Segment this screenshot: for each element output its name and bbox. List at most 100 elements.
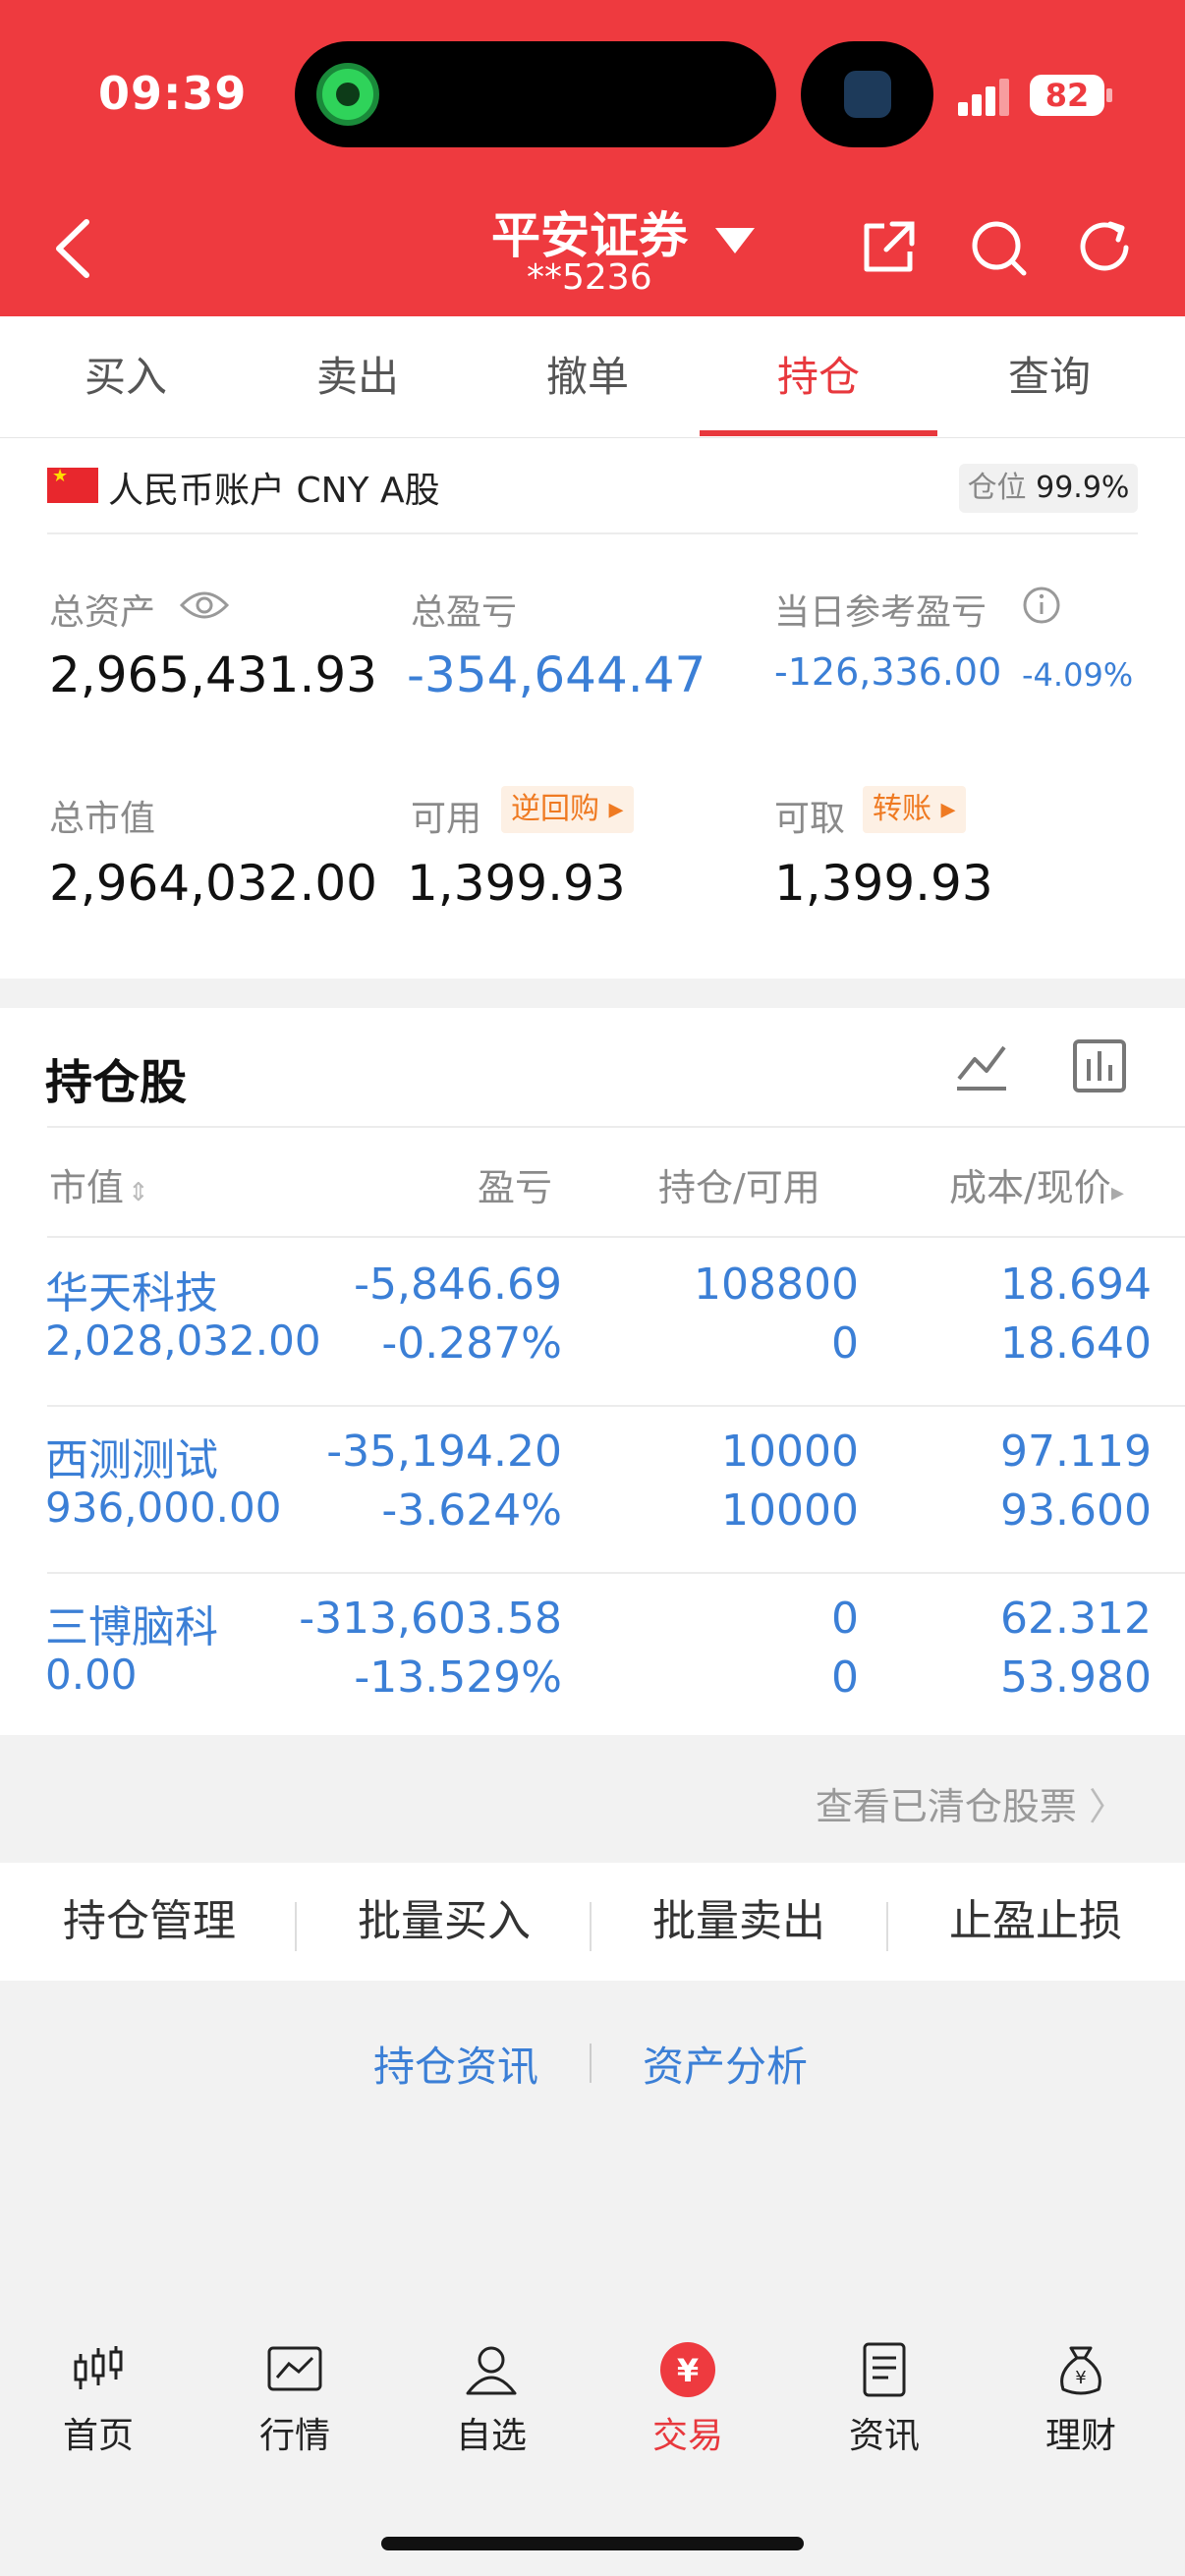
news-icon: [863, 2342, 906, 2397]
stock-market-value: 2,028,032.00: [45, 1316, 321, 1365]
tab-holdings[interactable]: 持仓: [703, 316, 934, 438]
tab-buy[interactable]: 买入: [10, 316, 242, 438]
holding-row[interactable]: 西测测试 936,000.00 -35,194.20 -3.624% 10000…: [0, 1407, 1185, 1574]
moneybag-icon: ¥: [1060, 2346, 1101, 2395]
stock-available: 0: [831, 1318, 859, 1369]
nav-home[interactable]: 首页: [0, 2338, 197, 2458]
total-pnl-value: -354,644.47: [407, 646, 706, 703]
back-icon[interactable]: [47, 214, 106, 283]
total-assets-label: 总资产: [49, 592, 156, 633]
nav-finance[interactable]: ¥ 理财: [983, 2338, 1179, 2458]
col-pnl[interactable]: 盈亏: [478, 1157, 552, 1211]
line-chart-icon[interactable]: [953, 1037, 1010, 1094]
svg-text:¥: ¥: [677, 2352, 699, 2389]
nav-trade[interactable]: ¥ 交易: [590, 2338, 786, 2458]
reverse-repo-tag[interactable]: 逆回购 ▸: [501, 786, 634, 833]
bar-chart-icon[interactable]: [1071, 1037, 1128, 1094]
holdings-section: 持仓股 市值 ⇕ 盈亏 持仓/可用 成本/现价▸ 华天科技 2,028,032.0…: [0, 1008, 1185, 1735]
daily-pnl-value: -126,336.00: [774, 650, 1002, 694]
tab-cancel[interactable]: 撤单: [472, 316, 704, 438]
batch-sell-button[interactable]: 批量卖出: [592, 1863, 886, 1981]
stock-name: 三博脑科: [45, 1602, 218, 1652]
nav-trade-label: 交易: [651, 2416, 723, 2456]
nav-news[interactable]: 资讯: [786, 2338, 983, 2458]
divider: [590, 2044, 592, 2083]
daily-pnl-pct: -4.09%: [1022, 656, 1134, 694]
svg-text:¥: ¥: [1075, 2368, 1086, 2388]
nav-news-label: 资讯: [848, 2416, 920, 2456]
battery-icon: 82: [1030, 75, 1104, 116]
refresh-icon[interactable]: [1073, 216, 1136, 279]
music-icon: [316, 63, 379, 126]
total-pnl-label: 总盈亏: [411, 592, 518, 633]
tab-active-indicator: [700, 430, 937, 436]
stock-cost: 18.694: [1000, 1260, 1152, 1310]
app-icon: [844, 71, 891, 118]
divider: [47, 1126, 1185, 1128]
total-assets-value: 2,965,431.93: [49, 646, 377, 703]
chevron-right-icon: 〉: [1088, 1785, 1126, 1828]
stock-pnl-pct: -3.624%: [381, 1485, 562, 1536]
manage-holdings-button[interactable]: 持仓管理: [2, 1863, 297, 1981]
nav-home-label: 首页: [62, 2416, 134, 2456]
status-time: 09:39: [98, 67, 248, 120]
col-market-value[interactable]: 市值 ⇕: [49, 1157, 149, 1211]
holding-row[interactable]: 华天科技 2,028,032.00 -5,846.69 -0.287% 1088…: [0, 1240, 1185, 1407]
stock-pnl: -5,846.69: [354, 1260, 562, 1310]
holding-row[interactable]: 三博脑科 0.00 -313,603.58 -13.529% 0 0 62.31…: [0, 1574, 1185, 1741]
stock-pnl: -35,194.20: [326, 1427, 562, 1477]
tab-query[interactable]: 查询: [933, 316, 1165, 438]
chevron-down-icon[interactable]: [715, 228, 755, 253]
nav-watchlist-label: 自选: [455, 2416, 527, 2456]
candlestick-icon: [74, 2346, 123, 2389]
stop-profit-loss-button[interactable]: 止盈止损: [888, 1863, 1183, 1981]
holdings-news-link[interactable]: 持仓资讯: [373, 2034, 538, 2094]
divider: [47, 1236, 1185, 1238]
divider: [47, 532, 1138, 534]
col-cost-price[interactable]: 成本/现价▸: [949, 1157, 1124, 1211]
triangle-right-icon: ▸: [940, 792, 956, 826]
tab-sell[interactable]: 卖出: [242, 316, 474, 438]
nav-market[interactable]: 行情: [197, 2338, 393, 2458]
china-flag-icon: [47, 466, 98, 503]
market-value-label: 总市值: [49, 799, 156, 839]
stock-name: 西测测试: [45, 1435, 218, 1485]
col-position[interactable]: 持仓/可用: [658, 1157, 820, 1211]
market-value-value: 2,964,032.00: [49, 855, 377, 912]
eye-icon[interactable]: [179, 588, 230, 623]
signal-icon: [958, 77, 1013, 116]
share-icon[interactable]: [857, 216, 920, 279]
stock-position: 0: [831, 1594, 859, 1644]
account-label[interactable]: 人民币账户 CNY A股: [108, 462, 440, 513]
person-icon: [466, 2346, 517, 2395]
cleared-stocks-link[interactable]: 查看已清仓股票 〉: [816, 1776, 1126, 1830]
dynamic-island-app: [801, 41, 933, 147]
account-summary: 人民币账户 CNY A股 仓位 99.9% 总资产 2,965,431.93 总…: [0, 438, 1185, 979]
account-number[interactable]: **5236: [527, 257, 652, 298]
stock-pnl: -313,603.58: [299, 1594, 562, 1644]
home-indicator[interactable]: [381, 2537, 804, 2550]
stock-pnl-pct: -13.529%: [354, 1652, 562, 1703]
search-icon[interactable]: [967, 216, 1030, 279]
reverse-repo-label: 逆回购: [511, 792, 599, 826]
battery-nub: [1106, 88, 1112, 102]
header: 09:39 82 平安证券 **5236: [0, 0, 1185, 316]
info-icon[interactable]: [1022, 586, 1061, 625]
col-market-value-label: 市值: [49, 1166, 125, 1209]
stock-available: 0: [831, 1652, 859, 1703]
nav-finance-label: 理财: [1044, 2416, 1116, 2456]
asset-analysis-link[interactable]: 资产分析: [643, 2034, 808, 2094]
batch-buy-button[interactable]: 批量买入: [297, 1863, 592, 1981]
daily-pnl-label: 当日参考盈亏: [774, 592, 988, 633]
dynamic-island: [295, 41, 776, 147]
position-ratio: 仓位 99.9%: [959, 464, 1138, 513]
trade-tabs: 买入 卖出 撤单 持仓 查询: [0, 316, 1185, 438]
stock-position: 10000: [721, 1427, 859, 1477]
available-value: 1,399.93: [407, 855, 626, 912]
nav-market-label: 行情: [258, 2416, 330, 2456]
stock-available: 10000: [721, 1485, 859, 1536]
nav-watchlist[interactable]: 自选: [393, 2338, 590, 2458]
stock-name: 华天科技: [45, 1268, 218, 1318]
transfer-tag[interactable]: 转账 ▸: [863, 786, 966, 833]
triangle-right-icon: ▸: [608, 792, 624, 826]
